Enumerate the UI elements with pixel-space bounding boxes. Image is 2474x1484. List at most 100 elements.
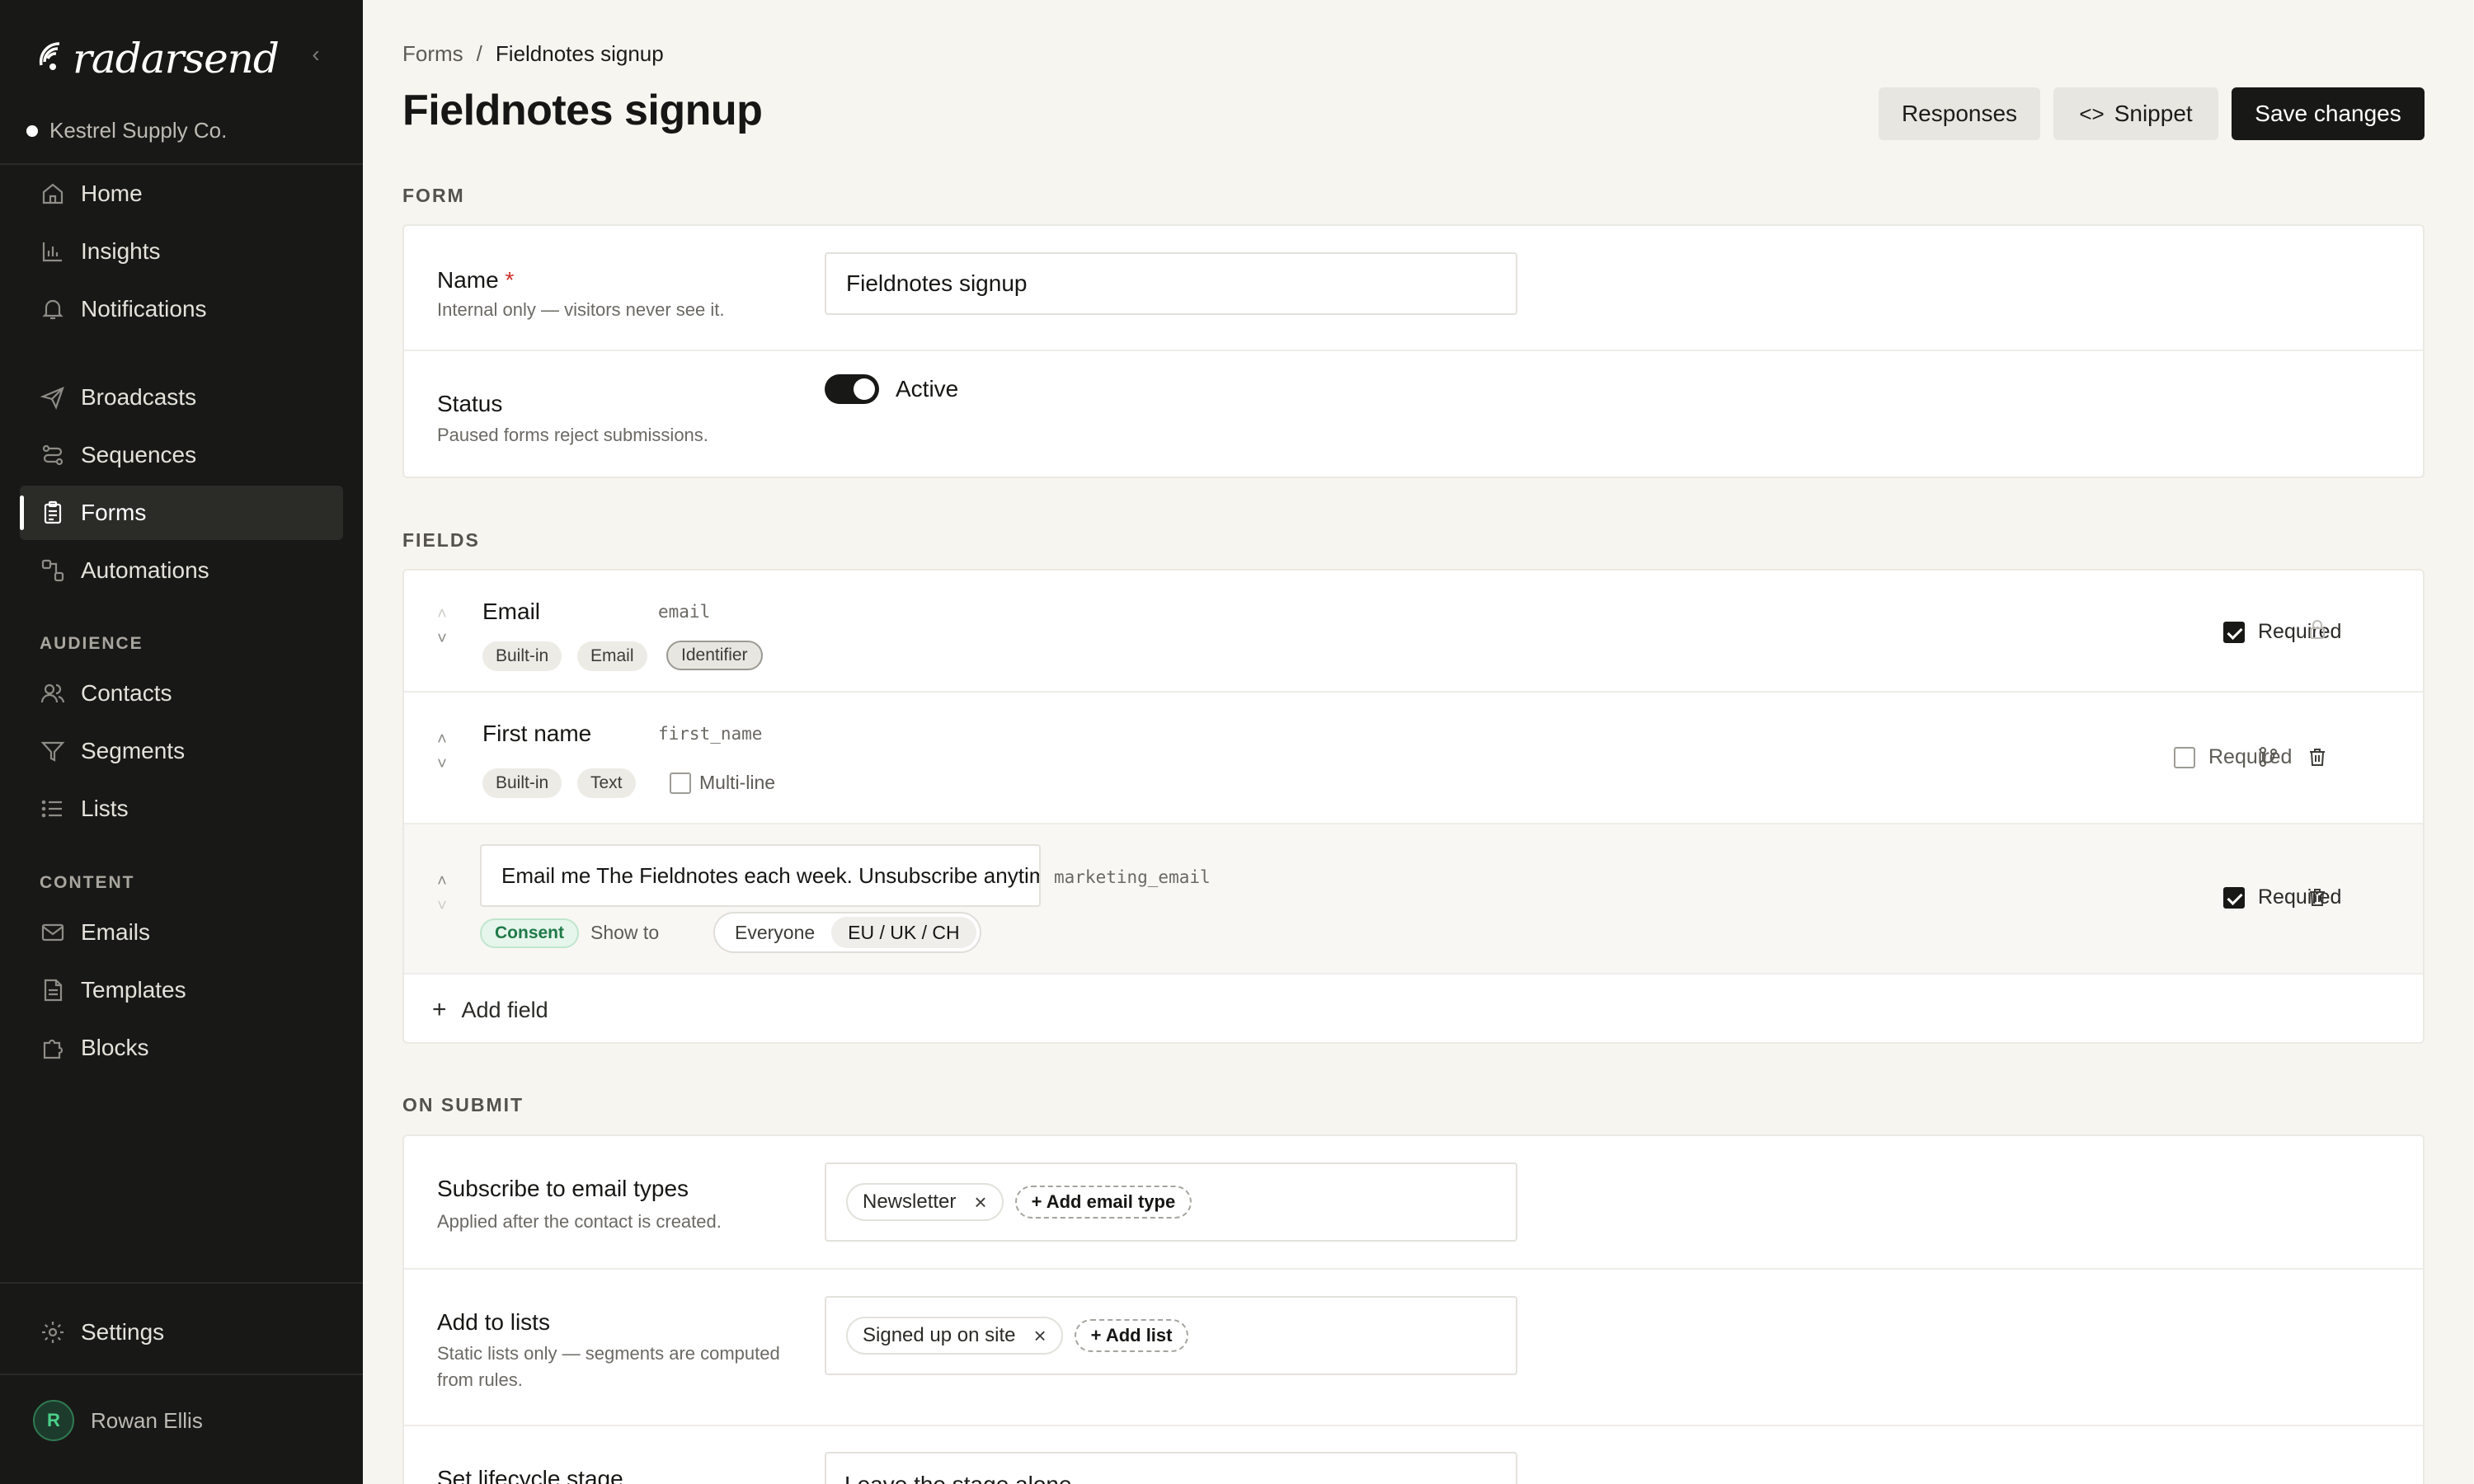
lifecycle-select[interactable]: Leave the stage alone: [825, 1452, 1517, 1484]
move-down-icon[interactable]: ˅: [434, 894, 450, 918]
sidebar-item-notifications[interactable]: Notifications: [20, 282, 343, 336]
sidebar-item-label: Segments: [81, 738, 186, 763]
plus-icon: +: [432, 996, 447, 1023]
responses-button[interactable]: Responses: [1879, 87, 2040, 140]
home-icon: [42, 183, 63, 204]
field-row-first-name: ˄ ˅ First name first_name Built-in Text …: [404, 693, 2423, 823]
sidebar-item-automations[interactable]: Automations: [20, 543, 343, 598]
sidebar-item-segments[interactable]: Segments: [20, 724, 343, 778]
sidebar-item-label: Insights: [81, 238, 161, 264]
close-icon[interactable]: ×: [1033, 1323, 1046, 1349]
add-list-button[interactable]: + Add list: [1074, 1319, 1189, 1352]
sidebar-item-insights[interactable]: Insights: [20, 224, 343, 279]
sidebar-item-emails[interactable]: Emails: [20, 905, 343, 960]
sidebar-item-settings[interactable]: Settings: [20, 1305, 343, 1360]
field-key: first_name: [658, 724, 763, 744]
workspace-switcher[interactable]: Kestrel Supply Co.: [26, 118, 227, 143]
sidebar-item-blocks[interactable]: Blocks: [20, 1021, 343, 1075]
form-name-input[interactable]: Fieldnotes signup: [825, 252, 1517, 315]
required-checkbox[interactable]: [2174, 747, 2195, 768]
sidebar-item-label: Settings: [81, 1319, 165, 1345]
sidebar-item-label: Broadcasts: [81, 384, 197, 410]
fields-card: ˄ ˅ Email email Built-in Email Identifie…: [402, 569, 2425, 1044]
sidebar-item-label: Emails: [81, 919, 151, 945]
email-types-picker[interactable]: Newsletter × + Add email type: [825, 1162, 1517, 1242]
sidebar: radarsend ‹ Kestrel Supply Co. Home Insi…: [0, 0, 363, 1484]
required-asterisk: *: [505, 267, 515, 293]
filter-icon: [40, 741, 65, 762]
sidebar-item-label: Notifications: [81, 296, 207, 322]
status-value: Active: [896, 376, 959, 402]
puzzle-icon: [43, 1039, 63, 1059]
lifecycle-value: Leave the stage alone: [844, 1472, 1072, 1484]
show-to-label: Show to: [590, 922, 660, 943]
sidebar-item-forms[interactable]: Forms: [20, 486, 343, 540]
sidebar-section-audience: AUDIENCE: [40, 634, 143, 653]
workspace-name: Kestrel Supply Co.: [49, 118, 228, 143]
move-down-icon[interactable]: ˅: [434, 627, 450, 651]
on-submit-card: Subscribe to email types Applied after t…: [402, 1134, 2425, 1484]
sidebar-item-templates[interactable]: Templates: [20, 963, 343, 1017]
lists-picker[interactable]: Signed up on site × + Add list: [825, 1296, 1517, 1375]
tag-newsletter: Newsletter ×: [846, 1183, 1004, 1221]
move-up-icon[interactable]: ˄: [434, 602, 450, 627]
sidebar-item-sequences[interactable]: Sequences: [20, 428, 343, 482]
sidebar-item-label: Templates: [81, 977, 186, 1003]
required-checkbox[interactable]: [2223, 887, 2245, 909]
form-settings-card: Name * Internal only — visitors never se…: [402, 224, 2425, 478]
sidebar-item-label: Forms: [81, 500, 147, 525]
segment-option-everyone[interactable]: Everyone: [718, 917, 831, 948]
bell-icon: [42, 299, 63, 320]
tag-signed-up-on-site: Signed up on site ×: [846, 1317, 1063, 1355]
breadcrumb-forms-link[interactable]: Forms: [402, 41, 463, 67]
close-icon[interactable]: ×: [974, 1190, 986, 1215]
status-label: Status: [437, 391, 503, 416]
required-checkbox[interactable]: [2223, 622, 2245, 643]
user-name: Rowan Ellis: [91, 1407, 203, 1433]
email-types-help: Applied after the contact is created.: [437, 1211, 722, 1232]
collapse-sidebar-button[interactable]: ‹: [307, 41, 325, 68]
sidebar-section-content: CONTENT: [40, 873, 135, 892]
move-down-icon[interactable]: ˅: [434, 752, 450, 777]
required-label: Required: [2208, 745, 2293, 768]
move-up-icon[interactable]: ˄: [434, 727, 450, 752]
field-key: marketing_email: [1054, 867, 1211, 887]
segment-option-eu-uk-ch[interactable]: EU / UK / CH: [831, 917, 976, 948]
required-label: Required: [2258, 885, 2342, 909]
lists-help: Static lists only — segments are compute…: [437, 1343, 780, 1390]
brand-name: radarsend: [73, 35, 280, 82]
move-up-icon[interactable]: ˄: [434, 869, 450, 894]
lists-label: Add to lists: [437, 1309, 550, 1335]
reorder-controls: ˄ ˅: [434, 869, 450, 918]
snippet-button[interactable]: <> Snippet: [2053, 87, 2218, 140]
sidebar-item-label: Sequences: [81, 442, 197, 467]
reorder-controls: ˄ ˅: [434, 602, 450, 651]
status-toggle[interactable]: [825, 374, 879, 404]
add-email-type-button[interactable]: + Add email type: [1014, 1186, 1192, 1219]
sidebar-item-broadcasts[interactable]: Broadcasts: [20, 370, 343, 425]
breadcrumb: Forms / Fieldnotes signup: [402, 41, 664, 67]
section-label-form: FORM: [402, 185, 465, 206]
branch-icon[interactable]: [2256, 745, 2279, 768]
email-types-label: Subscribe to email types: [437, 1176, 689, 1201]
brand-logo[interactable]: radarsend: [38, 30, 280, 87]
list-icon: [41, 800, 62, 818]
save-changes-button[interactable]: Save changes: [2232, 87, 2425, 140]
add-field-button[interactable]: + Add field: [432, 996, 548, 1024]
sidebar-item-contacts[interactable]: Contacts: [20, 666, 343, 721]
consent-label-input[interactable]: Email me The Fieldnotes each week. Unsub…: [480, 844, 1041, 907]
row-divider: [404, 350, 2423, 351]
multiline-checkbox[interactable]: [670, 773, 691, 794]
sidebar-item-home[interactable]: Home: [20, 167, 343, 221]
sidebar-item-label: Contacts: [81, 680, 172, 706]
sidebar-item-label: Home: [81, 181, 143, 206]
trash-icon[interactable]: [2306, 745, 2329, 768]
page-title: Fieldnotes signup: [402, 87, 763, 134]
trash-icon[interactable]: [2306, 885, 2329, 909]
user-menu[interactable]: R Rowan Ellis: [33, 1400, 203, 1441]
automation-icon: [41, 559, 64, 582]
status-help-text: Paused forms reject submissions.: [437, 425, 708, 445]
chevron-left-icon: ‹: [312, 41, 320, 67]
sidebar-item-lists[interactable]: Lists: [20, 782, 343, 836]
chip-consent: Consent: [480, 918, 579, 948]
